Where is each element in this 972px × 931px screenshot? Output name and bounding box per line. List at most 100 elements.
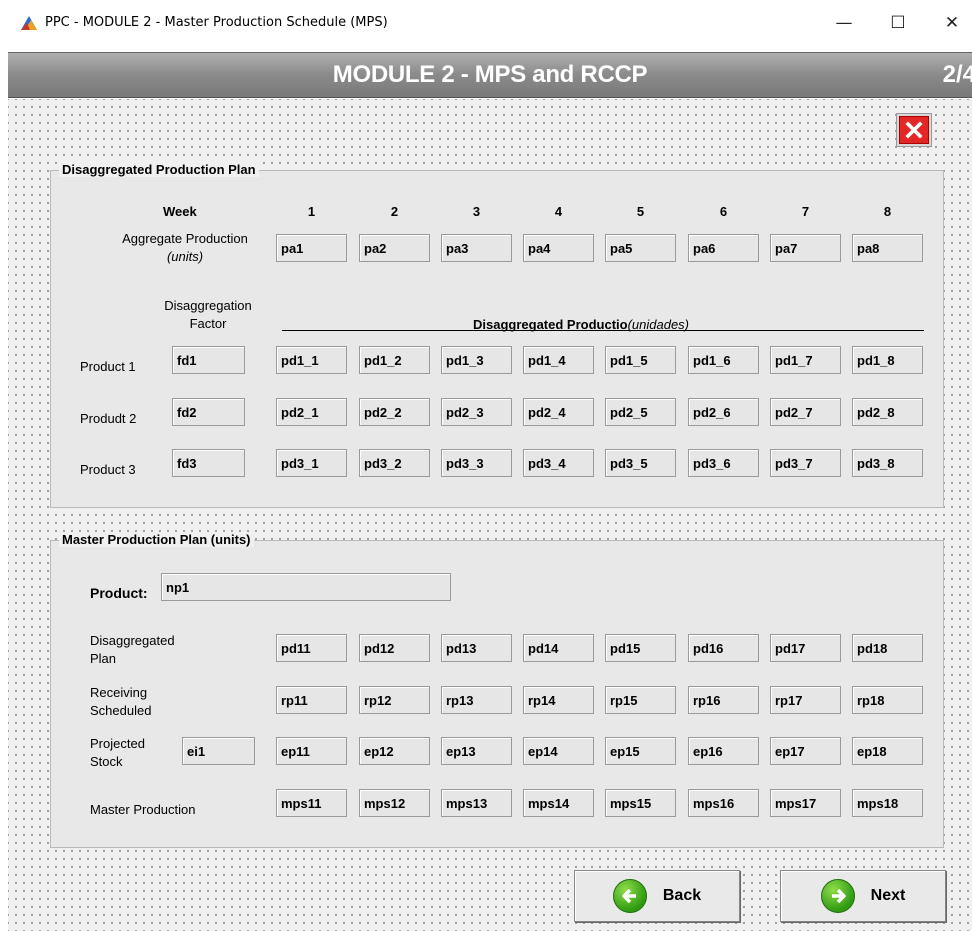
disaggregated-production-field[interactable]: pd3_3	[441, 449, 512, 477]
master-plan-field[interactable]: rp18	[852, 686, 923, 714]
disaggregated-production-field[interactable]: pd1_2	[359, 346, 430, 374]
aggregate-production-field[interactable]: pa6	[688, 234, 759, 262]
product-label: Product:	[90, 585, 148, 601]
disaggregated-production-field[interactable]: pd2_7	[770, 398, 841, 426]
factor-label-line1: Disaggregation	[164, 298, 252, 313]
master-plan-field[interactable]: pd16	[688, 634, 759, 662]
disaggregated-plan-title: Disaggregated Production Plan	[59, 162, 259, 177]
master-plan-field[interactable]: ep12	[359, 737, 430, 765]
aggregate-production-field[interactable]: pa3	[441, 234, 512, 262]
master-plan-field[interactable]: ep17	[770, 737, 841, 765]
master-plan-field[interactable]: rp11	[276, 686, 347, 714]
master-row-label-line2: Stock	[90, 754, 123, 769]
page-indicator: 2/4	[942, 61, 972, 88]
maximize-button[interactable]: ☐	[880, 8, 916, 38]
master-plan-field[interactable]: mps17	[770, 789, 841, 817]
master-plan-field[interactable]: mps12	[359, 789, 430, 817]
master-plan-field[interactable]: pd12	[359, 634, 430, 662]
aggregate-production-field[interactable]: pa1	[276, 234, 347, 262]
master-plan-field[interactable]: ep15	[605, 737, 676, 765]
master-plan-field[interactable]: mps16	[688, 789, 759, 817]
disaggregated-production-field[interactable]: pd3_2	[359, 449, 430, 477]
disaggregated-production-field[interactable]: pd3_1	[276, 449, 347, 477]
aggregate-production-field[interactable]: pa2	[359, 234, 430, 262]
master-plan-field[interactable]: ep16	[688, 737, 759, 765]
product-row-label: Product 1	[80, 359, 136, 374]
disaggregated-production-field[interactable]: pd1_6	[688, 346, 759, 374]
disaggregated-production-field[interactable]: pd3_5	[605, 449, 676, 477]
master-plan-field[interactable]: rp13	[441, 686, 512, 714]
aggregate-production-field[interactable]: pa5	[605, 234, 676, 262]
disaggregated-production-field[interactable]: pd1_5	[605, 346, 676, 374]
master-plan-field[interactable]: rp12	[359, 686, 430, 714]
master-plan-field[interactable]: mps18	[852, 789, 923, 817]
master-plan-field[interactable]: pd13	[441, 634, 512, 662]
module-header: MODULE 2 - MPS and RCCP 2/4	[8, 52, 972, 98]
master-row-label-line2: Plan	[90, 651, 117, 666]
arrow-left-icon	[612, 879, 647, 913]
disaggregated-production-field[interactable]: pd3_8	[852, 449, 923, 477]
product-name-field[interactable]: np1	[161, 573, 451, 601]
next-button-label: Next	[870, 887, 906, 904]
disaggregated-production-field[interactable]: pd2_1	[276, 398, 347, 426]
disaggregation-factor-field[interactable]: fd2	[172, 398, 245, 426]
master-row-label-line2: Scheduled	[90, 703, 152, 718]
master-plan-field[interactable]: mps13	[441, 789, 512, 817]
disaggregated-production-field[interactable]: pd1_7	[770, 346, 841, 374]
disaggregated-production-field[interactable]: pd3_4	[523, 449, 594, 477]
master-plan-field[interactable]: pd14	[523, 634, 594, 662]
aggregate-production-field[interactable]: pa7	[770, 234, 841, 262]
master-plan-field[interactable]: ep11	[276, 737, 347, 765]
disaggregated-production-field[interactable]: pd1_3	[441, 346, 512, 374]
window-titlebar: PPC - MODULE 2 - Master Production Sched…	[0, 0, 972, 45]
disaggregated-production-field[interactable]: pd1_1	[276, 346, 347, 374]
disaggregated-production-field[interactable]: pd2_2	[359, 398, 430, 426]
disaggregated-production-field[interactable]: pd1_4	[523, 346, 594, 374]
master-row-label: Disaggregated	[90, 633, 175, 648]
disaggregated-production-field[interactable]: pd2_3	[441, 398, 512, 426]
master-plan-field[interactable]: rp14	[523, 686, 594, 714]
master-plan-field[interactable]: rp16	[688, 686, 759, 714]
master-plan-field[interactable]: pd18	[852, 634, 923, 662]
week-number: 2	[390, 204, 399, 219]
disaggregated-production-field[interactable]: pd2_5	[605, 398, 676, 426]
back-button-label: Back	[662, 887, 702, 904]
product-row-label: Product 3	[80, 462, 136, 477]
master-plan-field[interactable]: ep14	[523, 737, 594, 765]
back-button[interactable]: Back	[574, 870, 740, 922]
master-plan-title: Master Production Plan (units)	[59, 532, 254, 547]
disaggregated-production-field[interactable]: pd2_4	[523, 398, 594, 426]
master-plan-field[interactable]: ep18	[852, 737, 923, 765]
disaggregated-production-field[interactable]: pd2_6	[688, 398, 759, 426]
disaggregated-production-field[interactable]: pd3_6	[688, 449, 759, 477]
master-row-label: Projected	[90, 736, 145, 751]
master-plan-field[interactable]: ep13	[441, 737, 512, 765]
initial-stock-field[interactable]: ei1	[182, 737, 255, 765]
week-label: Week	[163, 204, 197, 219]
master-plan-field[interactable]: mps15	[605, 789, 676, 817]
window-title: PPC - MODULE 2 - Master Production Sched…	[45, 15, 388, 30]
disaggregation-factor-field[interactable]: fd1	[172, 346, 245, 374]
minimize-button[interactable]: —	[826, 8, 862, 38]
disaggregation-factor-field[interactable]: fd3	[172, 449, 245, 477]
factor-label-line2: Factor	[189, 316, 227, 331]
window-close-button[interactable]: ✕	[934, 8, 970, 38]
close-form-button[interactable]	[896, 113, 932, 147]
disaggregated-production-field[interactable]: pd2_8	[852, 398, 923, 426]
master-row-label: Master Production	[90, 802, 196, 817]
master-plan-field[interactable]: rp17	[770, 686, 841, 714]
next-button[interactable]: Next	[780, 870, 946, 922]
week-number: 7	[801, 204, 810, 219]
master-plan-field[interactable]: pd15	[605, 634, 676, 662]
disaggregated-production-field[interactable]: pd1_8	[852, 346, 923, 374]
master-plan-field[interactable]: pd11	[276, 634, 347, 662]
disaggregated-production-field[interactable]: pd3_7	[770, 449, 841, 477]
master-plan-field[interactable]: mps11	[276, 789, 347, 817]
master-plan-field[interactable]: mps14	[523, 789, 594, 817]
master-plan-field[interactable]: rp15	[605, 686, 676, 714]
aggregate-production-field[interactable]: pa4	[523, 234, 594, 262]
aggregate-units-label: (units)	[166, 249, 204, 264]
master-plan-field[interactable]: pd17	[770, 634, 841, 662]
aggregate-production-field[interactable]: pa8	[852, 234, 923, 262]
arrow-right-icon	[820, 879, 855, 913]
